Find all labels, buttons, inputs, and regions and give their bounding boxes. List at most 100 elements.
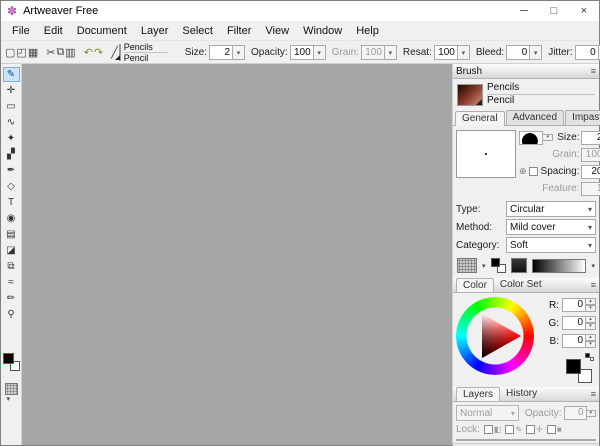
tool-pen[interactable]: ✒ bbox=[3, 163, 20, 178]
tab-color[interactable]: Color bbox=[456, 278, 494, 292]
red-value[interactable]: 0 bbox=[562, 298, 586, 312]
tool-paintbrush[interactable]: ✎ bbox=[3, 67, 20, 82]
maximize-button[interactable]: □ bbox=[539, 1, 569, 21]
spacing-value[interactable]: 20 bbox=[581, 165, 600, 179]
cut-icon[interactable]: ✂ bbox=[46, 43, 55, 61]
color-wheel[interactable] bbox=[456, 297, 534, 375]
brush-name-block[interactable]: Pencils Pencil bbox=[453, 79, 599, 110]
primary-color-chip[interactable] bbox=[491, 258, 500, 267]
menu-select[interactable]: Select bbox=[175, 23, 220, 39]
layer-list[interactable] bbox=[456, 439, 596, 441]
layers-panel-menu-icon[interactable]: ≡ bbox=[591, 389, 596, 399]
opacity-dropdown-icon[interactable] bbox=[314, 45, 326, 60]
tool-paint-bucket[interactable]: ◉ bbox=[3, 211, 20, 226]
tab-general[interactable]: General bbox=[455, 111, 505, 126]
minimize-button[interactable]: ─ bbox=[509, 1, 539, 21]
new-document-icon[interactable]: ▢ bbox=[5, 43, 15, 61]
bleed-dropdown-icon[interactable] bbox=[530, 45, 542, 60]
blue-value[interactable]: 0 bbox=[562, 334, 586, 348]
checkbox[interactable] bbox=[505, 425, 514, 434]
paste-icon[interactable]: ▥ bbox=[65, 43, 75, 61]
opacity-value[interactable]: 100 bbox=[290, 45, 314, 60]
green-spinner[interactable] bbox=[586, 316, 596, 330]
foreground-background-swatch[interactable] bbox=[3, 353, 20, 371]
spin-down-icon[interactable] bbox=[586, 323, 596, 330]
foreground-color-swatch[interactable] bbox=[3, 353, 14, 364]
bleed-value[interactable]: 0 bbox=[506, 45, 530, 60]
lock-image-toggle[interactable]: ✎ bbox=[505, 425, 522, 434]
menu-filter[interactable]: Filter bbox=[220, 23, 258, 39]
save-icon[interactable]: ▦ bbox=[28, 43, 38, 61]
tool-rect-select[interactable]: ▭ bbox=[3, 99, 20, 114]
resat-dropdown-icon[interactable] bbox=[458, 45, 470, 60]
tool-clone-stamp[interactable]: ⧉ bbox=[3, 259, 20, 274]
brush-selector[interactable]: Pencils Pencil bbox=[124, 42, 168, 63]
tool-shapes[interactable]: ◇ bbox=[3, 179, 20, 194]
brush-tip-selector[interactable] bbox=[519, 131, 543, 145]
foreground-color-swatch[interactable] bbox=[566, 359, 581, 374]
tool-lasso[interactable]: ∿ bbox=[3, 115, 20, 130]
checkbox[interactable] bbox=[526, 425, 535, 434]
menu-document[interactable]: Document bbox=[70, 23, 134, 39]
spin-down-icon[interactable] bbox=[586, 341, 596, 348]
resat-value[interactable]: 100 bbox=[434, 45, 458, 60]
menu-help[interactable]: Help bbox=[349, 23, 386, 39]
green-value[interactable]: 0 bbox=[562, 316, 586, 330]
blue-spinner[interactable] bbox=[586, 334, 596, 348]
texture-swatch[interactable] bbox=[457, 258, 477, 273]
tab-color-set[interactable]: Color Set bbox=[494, 278, 548, 292]
canvas-workspace[interactable] bbox=[22, 64, 452, 445]
spacing-checkbox[interactable] bbox=[529, 167, 538, 176]
checkbox[interactable] bbox=[484, 425, 493, 434]
chevron-down-icon[interactable]: ▾ bbox=[482, 262, 486, 270]
spin-up-icon[interactable] bbox=[586, 334, 596, 341]
chevron-down-icon[interactable]: ▾ bbox=[591, 262, 595, 270]
brush-panel-menu-icon[interactable]: ≡ bbox=[591, 66, 596, 76]
menu-layer[interactable]: Layer bbox=[134, 23, 176, 39]
default-colors-icon[interactable] bbox=[585, 353, 594, 361]
lock-all-toggle[interactable]: ■ bbox=[547, 425, 562, 434]
menu-edit[interactable]: Edit bbox=[37, 23, 70, 39]
tool-crop[interactable]: ▞ bbox=[3, 147, 20, 162]
dual-color-swatch[interactable] bbox=[491, 258, 506, 273]
color-panel-menu-icon[interactable]: ≡ bbox=[591, 280, 596, 290]
menu-view[interactable]: View bbox=[258, 23, 296, 39]
brush-preview-thumbnail[interactable] bbox=[457, 84, 483, 106]
undo-icon[interactable]: ↶ bbox=[84, 43, 93, 61]
lock-position-toggle[interactable]: ✛ bbox=[526, 425, 543, 434]
tab-impasto[interactable]: Impasto bbox=[565, 110, 600, 125]
tab-layers[interactable]: Layers bbox=[456, 387, 500, 401]
lock-transparency-toggle[interactable]: ◧ bbox=[484, 425, 502, 434]
chevron-down-icon[interactable] bbox=[543, 134, 553, 141]
tool-gradient[interactable]: ▤ bbox=[3, 227, 20, 242]
tool-text[interactable]: T bbox=[3, 195, 20, 210]
saturation-value-triangle[interactable] bbox=[456, 297, 534, 375]
size-value[interactable]: 2 bbox=[209, 45, 233, 60]
tool-smudge[interactable]: ≈ bbox=[3, 275, 20, 290]
redo-icon[interactable]: ↷ bbox=[94, 43, 103, 61]
size-dropdown-icon[interactable] bbox=[233, 45, 245, 60]
brush-preview-thumbnail[interactable] bbox=[119, 44, 121, 61]
gradient-swatch[interactable] bbox=[532, 259, 587, 273]
category-select[interactable]: Soft bbox=[506, 237, 596, 253]
jitter-value[interactable]: 0 bbox=[575, 45, 599, 60]
spin-up-icon[interactable] bbox=[586, 316, 596, 323]
checkbox[interactable] bbox=[547, 425, 556, 434]
spin-down-icon[interactable] bbox=[586, 305, 596, 312]
menu-window[interactable]: Window bbox=[296, 23, 349, 39]
close-button[interactable]: × bbox=[569, 1, 599, 21]
tab-advanced[interactable]: Advanced bbox=[506, 110, 564, 125]
foreground-background-swatch[interactable] bbox=[566, 359, 592, 383]
tool-magic-wand[interactable]: ✦ bbox=[3, 131, 20, 146]
red-spinner[interactable] bbox=[586, 298, 596, 312]
tab-history[interactable]: History bbox=[500, 387, 543, 401]
menu-file[interactable]: File bbox=[5, 23, 37, 39]
stroke-swatch[interactable] bbox=[511, 258, 527, 273]
tool-eraser[interactable]: ◪ bbox=[3, 243, 20, 258]
tool-move[interactable]: ✛ bbox=[3, 83, 20, 98]
method-select[interactable]: Mild cover bbox=[506, 219, 596, 235]
size-value[interactable]: 2 bbox=[581, 131, 600, 145]
tool-zoom[interactable]: ⚲ bbox=[3, 307, 20, 322]
type-select[interactable]: Circular bbox=[506, 201, 596, 217]
tool-eyedropper[interactable]: ✏ bbox=[3, 291, 20, 306]
